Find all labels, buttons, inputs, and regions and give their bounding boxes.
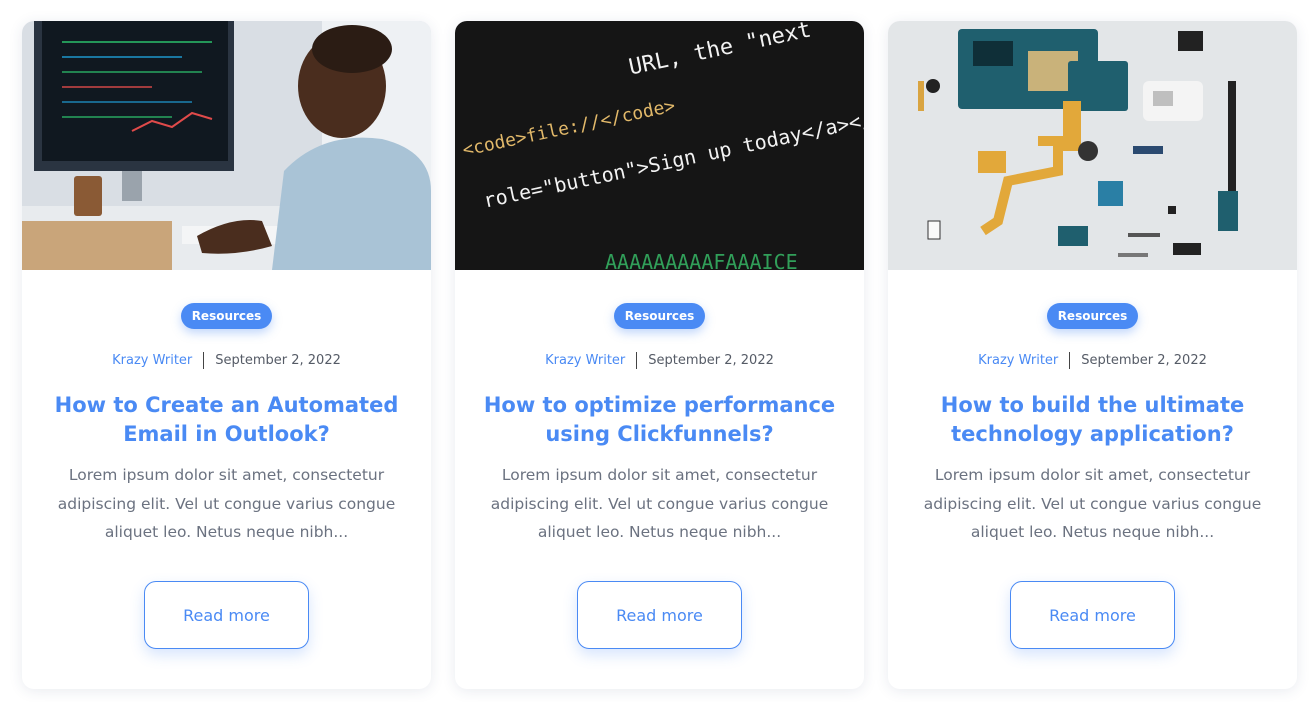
post-title[interactable]: How to optimize performance using Clickf… (480, 391, 840, 449)
meta-divider (636, 351, 638, 369)
read-more-button[interactable]: Read more (1010, 581, 1175, 649)
post-date: September 2, 2022 (215, 352, 341, 368)
code-line-5: AAAAAAAAAFAAAICE (605, 250, 798, 270)
post-thumbnail-code[interactable]: URL, the "next <code>file://</code> role… (455, 21, 864, 270)
read-more-button[interactable]: Read more (144, 581, 309, 649)
author-link[interactable]: Krazy Writer (112, 353, 192, 368)
post-title[interactable]: How to Create an Automated Email in Outl… (47, 391, 407, 449)
blog-card-grid: Resources Krazy Writer September 2, 2022… (22, 21, 1297, 689)
post-meta: Krazy Writer September 2, 2022 (888, 351, 1297, 369)
blog-card: Resources Krazy Writer September 2, 2022… (888, 21, 1297, 689)
post-date: September 2, 2022 (1081, 352, 1207, 368)
author-link[interactable]: Krazy Writer (545, 353, 625, 368)
post-excerpt: Lorem ipsum dolor sit amet, consectetur … (490, 466, 829, 541)
meta-divider (203, 351, 205, 369)
read-more-button[interactable]: Read more (577, 581, 742, 649)
code-screen-photo: URL, the "next <code>file://</code> role… (455, 21, 864, 270)
post-title[interactable]: How to build the ultimate technology app… (913, 391, 1273, 449)
post-thumbnail-electronics[interactable] (888, 21, 1297, 270)
post-meta: Krazy Writer September 2, 2022 (455, 351, 864, 369)
category-badge[interactable]: Resources (613, 303, 706, 329)
post-date: September 2, 2022 (648, 352, 774, 368)
author-link[interactable]: Krazy Writer (978, 353, 1058, 368)
office-photo (22, 21, 431, 270)
post-meta: Krazy Writer September 2, 2022 (22, 351, 431, 369)
category-badge[interactable]: Resources (1046, 303, 1139, 329)
meta-divider (1069, 351, 1071, 369)
blog-card: Resources Krazy Writer September 2, 2022… (22, 21, 431, 689)
post-excerpt: Lorem ipsum dolor sit amet, consectetur … (923, 466, 1262, 541)
category-badge[interactable]: Resources (180, 303, 273, 329)
blog-card: URL, the "next <code>file://</code> role… (455, 21, 864, 689)
phone-parts-photo (888, 21, 1297, 270)
post-excerpt: Lorem ipsum dolor sit amet, consectetur … (57, 466, 396, 541)
post-thumbnail-office[interactable] (22, 21, 431, 270)
